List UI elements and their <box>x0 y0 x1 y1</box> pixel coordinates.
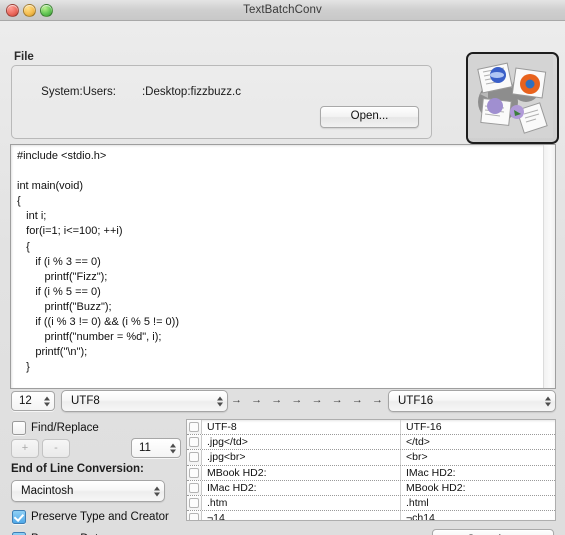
row-checkbox-cell[interactable] <box>187 435 202 450</box>
file-group-label: File <box>14 51 34 63</box>
row-checkbox-cell[interactable] <box>187 450 202 465</box>
row-checkbox[interactable] <box>189 467 199 478</box>
table-row[interactable]: ¬14 ¬ch14 <box>187 511 555 520</box>
chevron-down-icon[interactable] <box>216 402 223 406</box>
row-replace-value[interactable]: IMac HD2: <box>401 466 555 480</box>
replacement-table[interactable]: UTF-8 UTF-16 .jpg</td> </td> .jpg<br> <b… <box>186 419 556 521</box>
chevron-down-icon[interactable] <box>169 449 176 453</box>
row-find-value[interactable]: .htm <box>202 495 401 511</box>
row-checkbox[interactable] <box>189 452 199 463</box>
row-find-value[interactable]: IMac HD2: <box>202 480 401 495</box>
chevron-down-icon[interactable] <box>544 402 551 406</box>
close-button[interactable] <box>6 4 19 17</box>
eol-conversion-arrows[interactable] <box>153 485 160 498</box>
find-replace-checkbox-row[interactable]: Find/Replace <box>12 421 99 435</box>
file-path-prefix: System:Users: <box>41 86 116 98</box>
zoom-button[interactable] <box>40 4 53 17</box>
file-path-suffix: :Desktop:fizzbuzz.c <box>141 86 242 98</box>
row-find-value[interactable]: .jpg</td> <box>202 435 401 450</box>
arrow-right-icon: → <box>271 394 283 406</box>
rows-count-value: 11 <box>139 442 151 454</box>
window-content: File System:Users: :Desktop:fizzbuzz.c Op… <box>0 21 565 535</box>
find-replace-label: Find/Replace <box>31 422 99 434</box>
app-icon-artwork <box>468 54 553 138</box>
table-row[interactable]: IMac HD2: MBook HD2: <box>187 480 555 496</box>
source-encoding-value: UTF8 <box>71 395 100 407</box>
row-checkbox-cell[interactable] <box>187 465 202 480</box>
row-checkbox-cell[interactable] <box>187 511 202 520</box>
row-checkbox[interactable] <box>189 482 199 493</box>
chevron-down-icon[interactable] <box>153 492 160 496</box>
eol-conversion-value: Macintosh <box>21 485 74 497</box>
row-checkbox-cell[interactable] <box>187 480 202 495</box>
row-replace-value[interactable]: UTF-16 <box>401 420 555 434</box>
file-path-display: System:Users: :Desktop:fizzbuzz.c <box>22 74 241 110</box>
window-titlebar: TextBatchConv <box>0 0 565 21</box>
row-replace-value[interactable]: </td> <box>401 435 555 449</box>
row-checkbox[interactable] <box>189 498 199 509</box>
row-replace-value[interactable]: MBook HD2: <box>401 481 555 495</box>
row-find-value[interactable]: MBook HD2: <box>202 465 401 480</box>
chevron-up-icon[interactable] <box>43 396 50 400</box>
chevron-up-icon[interactable] <box>169 443 176 447</box>
chevron-up-icon[interactable] <box>544 396 551 400</box>
conversion-arrows: → → → → → → → → <box>231 394 383 407</box>
find-replace-checkbox[interactable] <box>12 421 26 435</box>
row-replace-value[interactable]: ¬ch14 <box>401 511 555 520</box>
table-row[interactable]: .jpg<br> <br> <box>187 450 555 466</box>
row-checkbox[interactable] <box>189 513 199 520</box>
preserve-type-label: Preserve Type and Creator <box>31 511 169 523</box>
chevron-up-icon[interactable] <box>153 486 160 490</box>
table-row[interactable]: UTF-8 UTF-16 <box>187 420 555 436</box>
chevron-down-icon[interactable] <box>43 402 50 406</box>
source-encoding-select[interactable]: UTF8 <box>61 390 228 412</box>
eol-conversion-label: End of Line Conversion: <box>11 463 144 475</box>
arrow-right-icon: → <box>291 394 303 406</box>
window-controls <box>6 4 53 17</box>
arrow-right-icon: → <box>251 394 263 406</box>
save-as-button[interactable]: Save As... <box>432 529 554 535</box>
add-row-button[interactable]: + <box>11 439 39 458</box>
window-title: TextBatchConv <box>243 4 322 16</box>
target-encoding-select[interactable]: UTF16 <box>388 390 556 412</box>
font-size-value: 12 <box>19 395 32 407</box>
code-text-area[interactable]: #include <stdio.h> int main(void) { int … <box>10 144 556 389</box>
eol-conversion-select[interactable]: Macintosh <box>11 480 165 502</box>
row-checkbox-cell[interactable] <box>187 420 202 435</box>
minimize-button[interactable] <box>23 4 36 17</box>
code-vertical-scrollbar[interactable] <box>543 145 555 388</box>
source-code[interactable]: #include <stdio.h> int main(void) { int … <box>11 145 555 388</box>
row-find-value[interactable]: UTF-8 <box>202 420 401 435</box>
arrow-right-icon: → <box>351 394 363 406</box>
table-row[interactable]: .htm .html <box>187 495 555 512</box>
open-button[interactable]: Open... <box>320 106 419 128</box>
rows-count-stepper[interactable]: 11 <box>131 438 181 458</box>
arrow-right-icon: → <box>371 394 383 406</box>
font-size-stepper[interactable]: 12 <box>11 391 55 411</box>
arrow-right-icon: → <box>311 394 323 406</box>
chevron-up-icon[interactable] <box>216 396 223 400</box>
target-encoding-arrows[interactable] <box>544 395 551 408</box>
arrow-right-icon: → <box>331 394 343 406</box>
row-find-value[interactable]: .jpg<br> <box>202 450 401 465</box>
target-encoding-value: UTF16 <box>398 395 434 407</box>
row-replace-value[interactable]: .html <box>401 496 555 510</box>
remove-row-button[interactable]: - <box>42 439 70 458</box>
table-row[interactable]: MBook HD2: IMac HD2: <box>187 465 555 481</box>
preserve-type-checkbox[interactable] <box>12 510 26 524</box>
source-encoding-arrows[interactable] <box>216 395 223 408</box>
row-find-value[interactable]: ¬14 <box>202 511 401 520</box>
arrow-right-icon: → <box>231 394 242 406</box>
documents-and-gears-icon <box>466 52 559 144</box>
rows-count-stepper-arrows[interactable] <box>169 442 176 455</box>
table-row[interactable]: .jpg</td> </td> <box>187 435 555 451</box>
row-checkbox[interactable] <box>189 437 199 448</box>
font-size-stepper-arrows[interactable] <box>43 395 50 408</box>
preserve-type-checkbox-row[interactable]: Preserve Type and Creator <box>12 510 169 524</box>
row-checkbox-cell[interactable] <box>187 495 202 511</box>
row-checkbox[interactable] <box>189 422 199 433</box>
row-replace-value[interactable]: <br> <box>401 450 555 464</box>
